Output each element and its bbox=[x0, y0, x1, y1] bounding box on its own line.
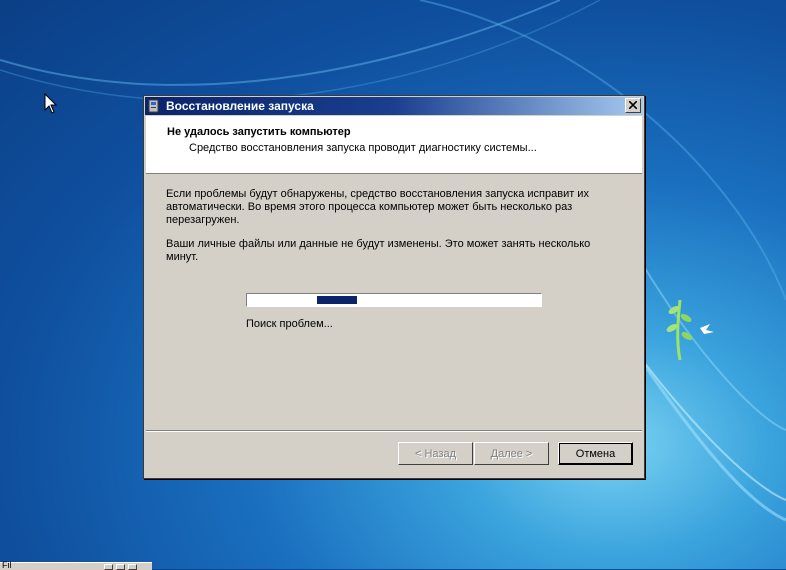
window-title: Восстановление запуска bbox=[166, 99, 314, 113]
header-title: Не удалось запустить компьютер bbox=[167, 126, 351, 138]
description-paragraph: Если проблемы будут обнаружены, средство… bbox=[166, 188, 589, 226]
title-bar[interactable]: Восстановление запуска bbox=[145, 97, 643, 115]
next-button[interactable]: Далее > bbox=[474, 442, 549, 465]
mouse-cursor-icon bbox=[44, 93, 58, 114]
windows-logo-icon bbox=[666, 299, 714, 361]
close-icon bbox=[629, 101, 637, 109]
taskbar-maximize-button[interactable] bbox=[116, 564, 125, 570]
files-notice-paragraph: Ваши личные файлы или данные не будут из… bbox=[166, 238, 591, 263]
header-subtitle: Средство восстановления запуска проводит… bbox=[189, 142, 537, 154]
back-button[interactable]: < Назад bbox=[398, 442, 473, 465]
startup-repair-dialog: Восстановление запуска Не удалось запуст… bbox=[143, 95, 645, 479]
close-button[interactable] bbox=[625, 98, 641, 113]
taskbar-minimize-button[interactable] bbox=[104, 564, 113, 570]
button-separator bbox=[146, 430, 642, 432]
startup-repair-icon bbox=[148, 99, 159, 113]
progress-bar bbox=[246, 293, 542, 307]
progress-marquee bbox=[317, 296, 357, 304]
progress-status: Поиск проблем... bbox=[246, 318, 333, 330]
taskbar-close-button[interactable] bbox=[128, 564, 137, 570]
cancel-button[interactable]: Отмена bbox=[558, 442, 633, 465]
header-panel: Не удалось запустить компьютер Средство … bbox=[146, 116, 642, 174]
